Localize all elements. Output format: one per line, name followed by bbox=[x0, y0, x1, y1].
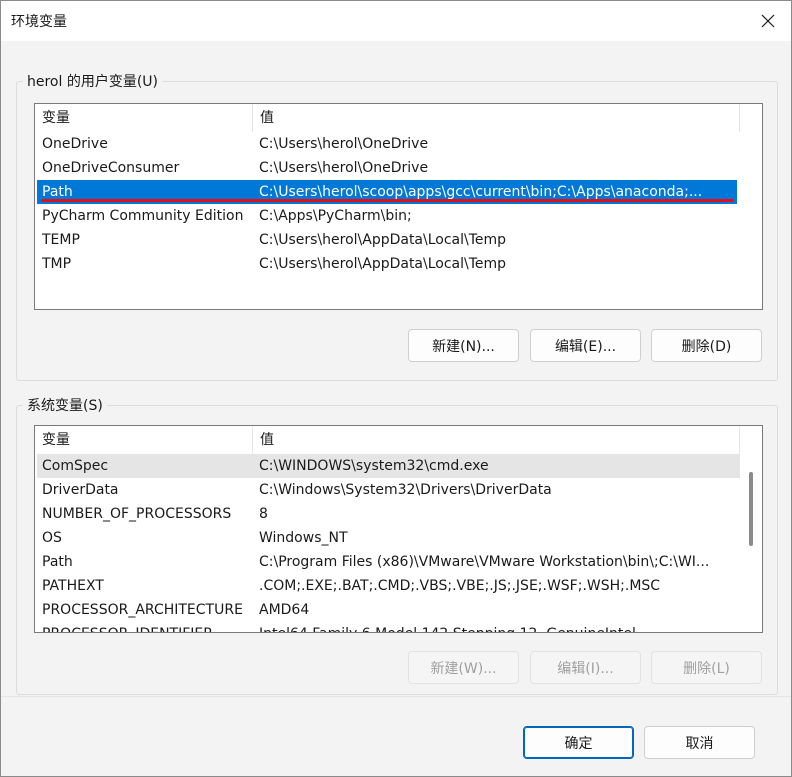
table-row[interactable]: DriverData C:\Windows\System32\Drivers\Dr… bbox=[37, 478, 740, 502]
table-row[interactable]: NUMBER_OF_PROCESSORS 8 bbox=[37, 502, 740, 526]
system-variables-label: 系统变量(S) bbox=[23, 395, 107, 415]
user-delete-button[interactable]: 删除(D) bbox=[651, 329, 762, 362]
system-new-button[interactable]: 新建(W)... bbox=[408, 651, 519, 684]
table-row[interactable]: PyCharm Community Edition C:\Apps\PyCharm… bbox=[37, 204, 737, 228]
variable-name-cell: TMP bbox=[42, 256, 72, 272]
system-delete-button[interactable]: 删除(L) bbox=[651, 651, 762, 684]
variable-name-cell: PATHEXT bbox=[42, 578, 104, 594]
close-icon bbox=[761, 14, 775, 28]
variable-value-cell: C:\Program Files (x86)\VMware\VMware Wor… bbox=[259, 554, 710, 570]
variable-value-cell: C:\Users\herol\AppData\Local\Temp bbox=[259, 232, 507, 248]
variable-name-cell: ComSpec bbox=[42, 458, 109, 474]
table-row[interactable]: TMP C:\Users\herol\AppData\Local\Temp bbox=[37, 252, 737, 276]
table-row[interactable]: PATHEXT .COM;.EXE;.BAT;.CMD;.VBS;.VBE;.JS… bbox=[37, 574, 740, 598]
table-row[interactable]: OS Windows_NT bbox=[37, 526, 740, 550]
variable-value-cell: C:\Users\herol\AppData\Local\Temp bbox=[259, 256, 507, 272]
system-edit-button[interactable]: 编辑(I)... bbox=[530, 651, 641, 684]
system-list-scrollbar[interactable] bbox=[742, 426, 762, 632]
variable-value-cell: Intel64 Family 6 Model 142 Stepping 12, … bbox=[254, 622, 740, 632]
variable-value-cell: C:\Apps\PyCharm\bin; bbox=[259, 208, 412, 224]
cancel-button[interactable]: 取消 bbox=[644, 726, 755, 759]
variable-value-cell: .COM;.EXE;.BAT;.CMD;.VBS;.VBE;.JS;.JSE;.… bbox=[259, 578, 661, 594]
variable-name-cell: PROCESSOR_IDENTIFIER bbox=[37, 622, 254, 632]
variable-name-cell: NUMBER_OF_PROCESSORS bbox=[42, 506, 232, 522]
column-header-value[interactable]: 值 bbox=[253, 426, 740, 454]
ok-button[interactable]: 确定 bbox=[523, 726, 634, 759]
table-row[interactable]: OneDrive C:\Users\herol\OneDrive bbox=[37, 132, 737, 156]
close-button[interactable] bbox=[745, 1, 791, 41]
variable-value-cell: C:\Users\herol\OneDrive bbox=[259, 136, 429, 152]
column-header-value[interactable]: 值 bbox=[253, 104, 740, 132]
variable-name-cell: PyCharm Community Edition bbox=[42, 208, 244, 224]
variable-name-cell: OneDriveConsumer bbox=[42, 160, 180, 176]
variable-value-cell: C:\Users\herol\OneDrive bbox=[259, 160, 429, 176]
table-row[interactable]: PROCESSOR_IDENTIFIERIntel64 Family 6 Mod… bbox=[37, 622, 740, 632]
variable-value-cell: 8 bbox=[259, 506, 268, 522]
table-row[interactable]: Path C:\Program Files (x86)\VMware\VMware… bbox=[37, 550, 740, 574]
variable-value-cell: C:\Windows\System32\Drivers\DriverData bbox=[259, 482, 552, 498]
table-row[interactable]: TEMP C:\Users\herol\AppData\Local\Temp bbox=[37, 228, 737, 252]
user-edit-button[interactable]: 编辑(E)... bbox=[530, 329, 641, 362]
variable-name-cell: PROCESSOR_ARCHITECTURE bbox=[42, 602, 243, 618]
variable-name-cell: OS bbox=[42, 530, 62, 546]
table-row[interactable]: PROCESSOR_ARCHITECTURE AMD64 bbox=[37, 598, 740, 622]
variable-name-cell: OneDrive bbox=[42, 136, 108, 152]
user-variables-label: herol 的用户变量(U) bbox=[23, 71, 163, 91]
annotation-underline bbox=[41, 199, 734, 202]
variable-name-cell: DriverData bbox=[42, 482, 119, 498]
column-header-variable[interactable]: 变量 bbox=[35, 104, 253, 132]
system-variables-list[interactable]: 变量 值 ComSpec C:\WINDOWS\system32\cmd.exe D… bbox=[34, 425, 763, 633]
variable-name-cell: Path bbox=[42, 554, 73, 570]
user-variables-list[interactable]: 变量 值 OneDrive C:\Users\herol\OneDrive OneD… bbox=[34, 103, 763, 310]
variable-value-cell: Windows_NT bbox=[259, 530, 348, 546]
variable-value-cell: AMD64 bbox=[259, 602, 310, 618]
title-bar: 环境变量 bbox=[1, 1, 791, 41]
user-variables-header: 变量 值 bbox=[35, 104, 740, 132]
environment-variables-dialog: 环境变量 herol 的用户变量(U) 变量 值 OneDrive C:\User… bbox=[0, 0, 792, 777]
window-title: 环境变量 bbox=[11, 14, 67, 30]
variable-name-cell: TEMP bbox=[42, 232, 80, 248]
system-variables-header: 变量 值 bbox=[35, 426, 740, 454]
variable-value-cell: C:\WINDOWS\system32\cmd.exe bbox=[259, 458, 489, 474]
table-row[interactable]: ComSpec C:\WINDOWS\system32\cmd.exe bbox=[37, 454, 740, 478]
scrollbar-thumb[interactable] bbox=[749, 472, 753, 546]
column-header-variable[interactable]: 变量 bbox=[35, 426, 253, 454]
table-row[interactable]: OneDriveConsumer C:\Users\herol\OneDrive bbox=[37, 156, 737, 180]
user-new-button[interactable]: 新建(N)... bbox=[408, 329, 519, 362]
